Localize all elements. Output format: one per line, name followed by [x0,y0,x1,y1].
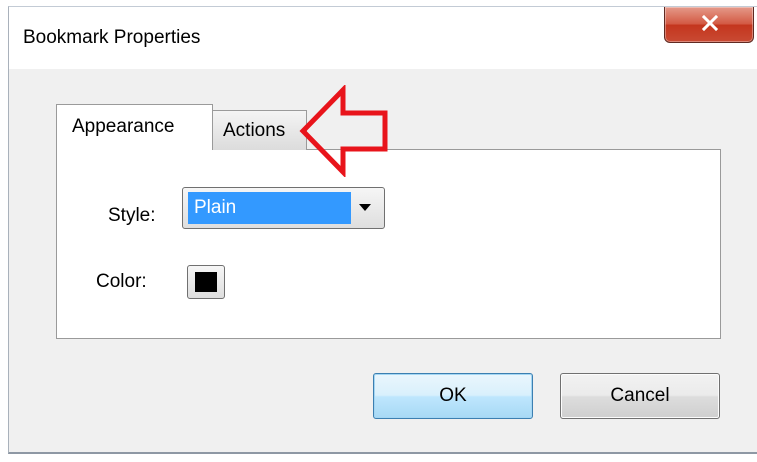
screenshot-canvas: Bookmark Properties Appearance Actions S… [0,0,757,462]
style-select-value: Plain [188,192,351,224]
tab-actions-label: Actions [223,120,286,141]
appearance-tab-panel: Style: Plain Color: [56,149,721,339]
title-bar: Bookmark Properties [9,7,757,69]
ok-button[interactable]: OK [373,373,533,419]
color-swatch [195,272,217,292]
style-select[interactable]: Plain [182,187,385,229]
cancel-button[interactable]: Cancel [560,373,720,419]
close-icon [702,15,718,31]
tab-appearance-label: Appearance [72,116,175,137]
dialog-title: Bookmark Properties [23,27,201,48]
close-button[interactable] [664,7,754,43]
tab-actions[interactable]: Actions [211,110,307,150]
color-label: Color: [96,271,147,292]
bookmark-properties-dialog: Bookmark Properties Appearance Actions S… [8,6,757,454]
tab-appearance[interactable]: Appearance [56,104,213,150]
style-label: Style: [108,205,156,226]
chevron-down-icon [359,204,371,211]
color-picker-button[interactable] [187,265,225,299]
left-arrow-outline-icon [299,85,388,177]
